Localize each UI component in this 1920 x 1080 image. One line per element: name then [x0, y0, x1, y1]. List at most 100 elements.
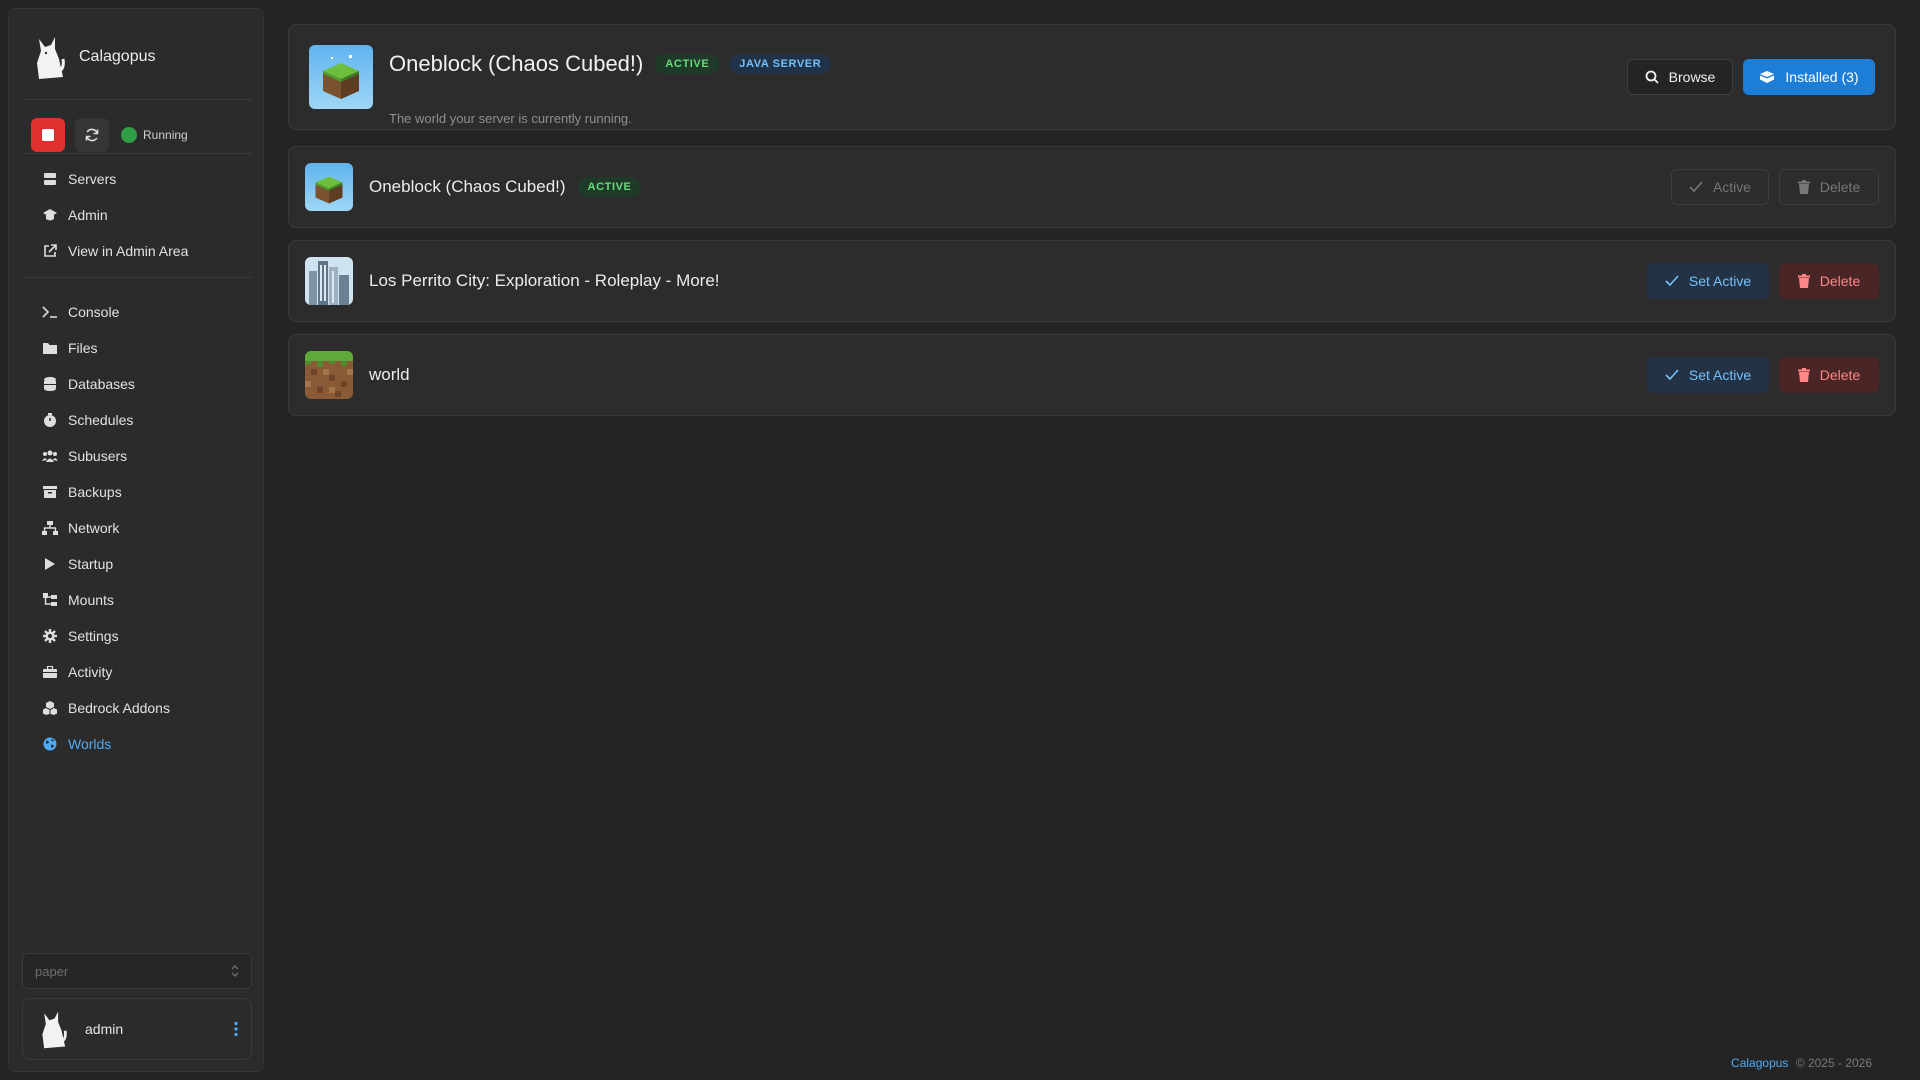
current-world-thumbnail — [309, 45, 373, 109]
sidebar-item-servers[interactable]: Servers — [22, 161, 252, 197]
delete-button[interactable]: Delete — [1779, 263, 1879, 299]
world-thumbnail — [305, 257, 353, 305]
world-title: Los Perrito City: Exploration - Roleplay… — [369, 271, 720, 290]
world-row: Oneblock (Chaos Cubed!) ACTIVE Active De… — [288, 146, 1896, 228]
world-name: Los Perrito City: Exploration - Roleplay… — [369, 271, 720, 291]
play-icon — [42, 556, 58, 572]
sidebar-item-databases[interactable]: Databases — [22, 366, 252, 402]
package-icon — [1760, 71, 1775, 83]
delete-label: Delete — [1819, 179, 1861, 195]
avatar — [42, 1011, 67, 1049]
globe-icon — [42, 736, 58, 752]
world-row: world Set Active Delete — [288, 334, 1896, 416]
browse-button[interactable]: Browse — [1627, 59, 1733, 95]
trash-icon — [1797, 180, 1810, 194]
sidebar-item-startup[interactable]: Startup — [22, 546, 252, 582]
world-thumbnail — [305, 351, 353, 399]
sidebar-item-label: Startup — [68, 556, 114, 572]
browse-label: Browse — [1668, 69, 1716, 85]
database-icon — [42, 376, 58, 392]
current-world-header: Oneblock (Chaos Cubed!) ACTIVE JAVA SERV… — [288, 24, 1896, 130]
set-active-button[interactable]: Set Active — [1647, 357, 1769, 393]
delete-label: Delete — [1819, 273, 1861, 289]
sidebar-item-network[interactable]: Network — [22, 510, 252, 546]
sidebar-item-activity[interactable]: Activity — [22, 654, 252, 690]
server-select-value: paper — [35, 963, 69, 979]
sidebar-item-label: Backups — [68, 484, 122, 500]
status-label: Running — [143, 128, 188, 142]
footer-copyright: © 2025 - 2026 — [1795, 1056, 1872, 1070]
archive-icon — [42, 484, 58, 500]
sidebar-item-files[interactable]: Files — [22, 330, 252, 366]
more-vertical-icon[interactable] — [233, 1021, 239, 1037]
network-icon — [42, 520, 58, 536]
sidebar-item-mounts[interactable]: Mounts — [22, 582, 252, 618]
active-badge: ACTIVE — [655, 54, 720, 74]
world-title: world — [369, 365, 410, 384]
sidebar-item-label: Subusers — [68, 448, 128, 464]
sidebar-item-label: Servers — [68, 171, 117, 187]
sidebar-item-label: Worlds — [68, 736, 112, 752]
stopwatch-icon — [42, 412, 58, 428]
footer-brand-link[interactable]: Calagopus — [1731, 1056, 1788, 1070]
divider — [22, 99, 252, 100]
page-title: Oneblock (Chaos Cubed!) — [389, 51, 644, 76]
admin-icon — [42, 207, 58, 223]
delete-label: Delete — [1819, 367, 1861, 383]
sidebar-item-view-in-admin-area[interactable]: View in Admin Area — [22, 233, 252, 269]
world-name: world — [369, 365, 410, 385]
sidebar-item-label: Console — [68, 304, 120, 320]
sidebar-item-admin[interactable]: Admin — [22, 197, 252, 233]
external-link-icon — [42, 243, 58, 259]
divider — [22, 153, 252, 154]
server-status: Running — [121, 127, 188, 143]
delete-button[interactable]: Delete — [1779, 169, 1879, 205]
world-row: Los Perrito City: Exploration - Roleplay… — [288, 240, 1896, 322]
nav-main: Console Files Databases Schedules Subuse… — [22, 294, 252, 762]
active-badge: ACTIVE — [577, 177, 642, 197]
world-title: Oneblock (Chaos Cubed!) — [369, 177, 566, 196]
active-button[interactable]: Active — [1671, 169, 1769, 205]
sidebar-item-label: Bedrock Addons — [68, 700, 170, 716]
server-type-badge: JAVA SERVER — [729, 54, 832, 74]
sidebar-item-backups[interactable]: Backups — [22, 474, 252, 510]
check-icon — [1665, 275, 1679, 287]
sidebar-item-console[interactable]: Console — [22, 294, 252, 330]
terminal-icon — [42, 304, 58, 320]
sidebar-item-bedrock-addons[interactable]: Bedrock Addons — [22, 690, 252, 726]
restart-button[interactable] — [75, 118, 109, 152]
chevron-up-down-icon — [231, 965, 239, 977]
users-icon — [42, 448, 58, 464]
set-active-label: Set Active — [1688, 367, 1752, 383]
refresh-icon — [85, 128, 99, 142]
sidebar-item-schedules[interactable]: Schedules — [22, 402, 252, 438]
active-label: Active — [1712, 179, 1752, 195]
server-select[interactable]: paper — [22, 953, 252, 989]
set-active-button[interactable]: Set Active — [1647, 263, 1769, 299]
installed-label: Installed (3) — [1785, 69, 1859, 85]
set-active-label: Set Active — [1688, 273, 1752, 289]
sidebar-item-label: Admin — [68, 207, 108, 223]
footer: Calagopus © 2025 - 2026 — [1731, 1056, 1872, 1070]
mounts-icon — [42, 592, 58, 608]
user-name: admin — [85, 1021, 124, 1037]
servers-icon — [42, 171, 58, 187]
folder-icon — [42, 340, 58, 356]
sidebar-item-label: Databases — [68, 376, 135, 392]
trash-icon — [1797, 274, 1810, 288]
sidebar-item-settings[interactable]: Settings — [22, 618, 252, 654]
stop-button[interactable] — [31, 118, 65, 152]
delete-button[interactable]: Delete — [1779, 357, 1879, 393]
sidebar-item-label: View in Admin Area — [68, 243, 189, 259]
cubes-icon — [42, 700, 58, 716]
brand[interactable]: Calagopus — [29, 33, 156, 81]
gear-icon — [42, 628, 58, 644]
installed-button[interactable]: Installed (3) — [1743, 59, 1875, 95]
sidebar-item-label: Mounts — [68, 592, 114, 608]
search-icon — [1645, 70, 1659, 84]
sidebar-item-subusers[interactable]: Subusers — [22, 438, 252, 474]
user-card[interactable]: admin — [22, 998, 252, 1060]
check-icon — [1689, 181, 1703, 193]
nav-top: Servers Admin View in Admin Area — [22, 161, 252, 269]
sidebar-item-worlds[interactable]: Worlds — [22, 726, 252, 762]
